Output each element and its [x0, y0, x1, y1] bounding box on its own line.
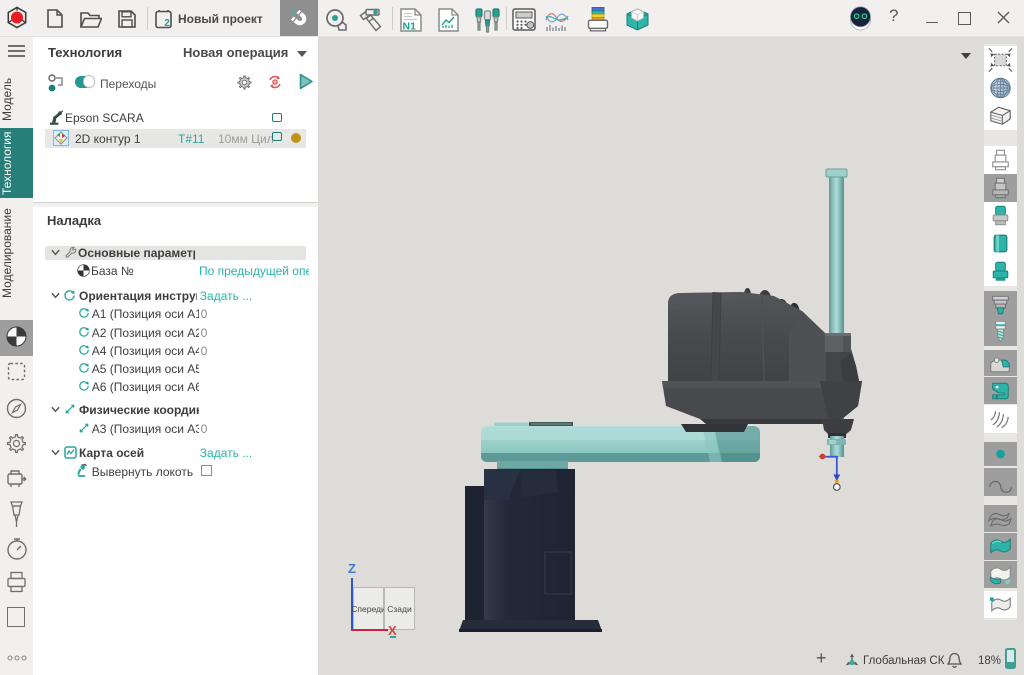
- svg-text:N1: N1: [403, 21, 417, 33]
- svg-text:2: 2: [164, 18, 170, 29]
